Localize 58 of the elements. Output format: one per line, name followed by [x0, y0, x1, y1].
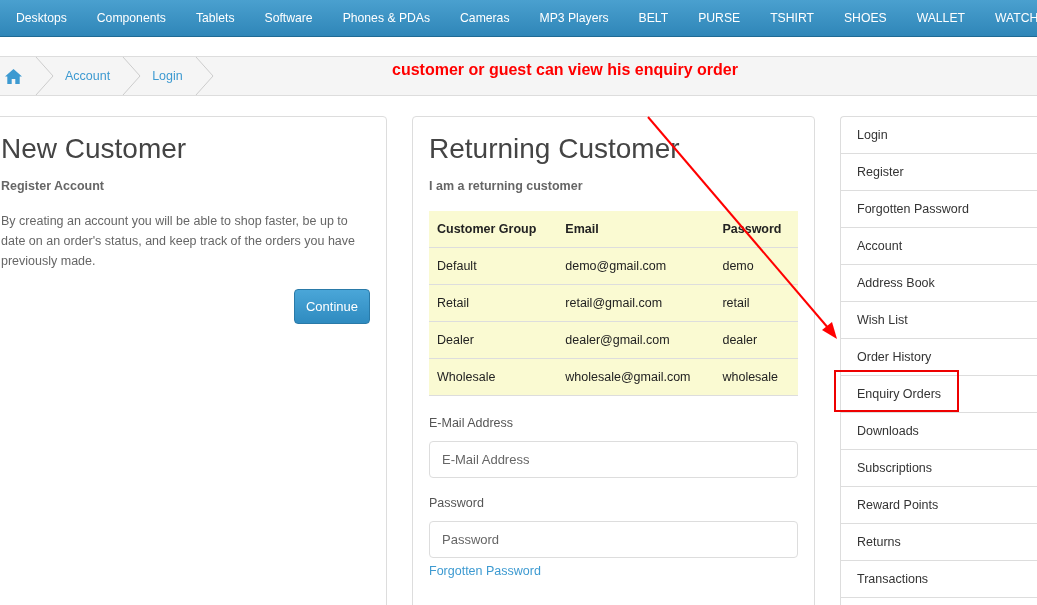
- menu-link[interactable]: Software: [264, 11, 313, 25]
- table-cell: dealer@gmail.com: [557, 321, 715, 359]
- table-cell: Dealer: [429, 321, 558, 359]
- table-cell: Default: [429, 247, 558, 285]
- sidebar-item[interactable]: Forgotten Password: [841, 191, 1037, 228]
- menu-link[interactable]: MP3 Players: [539, 11, 609, 25]
- menu-link[interactable]: Components: [96, 11, 166, 25]
- table-cell: demo: [714, 247, 798, 285]
- breadcrumb-link[interactable]: Login: [142, 69, 195, 83]
- table-cell: wholesale: [714, 358, 798, 396]
- sidebar-item[interactable]: Enquiry Orders: [841, 376, 1037, 413]
- sidebar-item[interactable]: Subscriptions: [841, 450, 1037, 487]
- forgotten-password-link[interactable]: Forgotten Password: [429, 564, 798, 578]
- table-cell: Retail: [429, 284, 558, 322]
- email-field[interactable]: E-Mail Address: [429, 441, 798, 478]
- column-header: Customer Group: [429, 211, 558, 248]
- home-icon[interactable]: [5, 68, 22, 84]
- table-cell: dealer: [714, 321, 798, 359]
- sidebar-item[interactable]: Order History: [841, 339, 1037, 376]
- sidebar-item[interactable]: Reward Points: [841, 487, 1037, 524]
- annotation-text: customer or guest can view his enquiry order: [392, 61, 738, 79]
- table-cell: Wholesale: [429, 358, 558, 396]
- column-header: Email: [557, 211, 715, 248]
- breadcrumb-divider: [35, 57, 55, 95]
- menu-link[interactable]: SHOES: [843, 11, 887, 25]
- sidebar-item[interactable]: Transactions: [841, 561, 1037, 598]
- table-cell: wholesale@gmail.com: [557, 358, 715, 396]
- card-subtitle: Register Account: [1, 179, 106, 193]
- card-title: New Customer: [1, 133, 188, 165]
- breadcrumb-link[interactable]: Account: [55, 69, 123, 83]
- menu-link[interactable]: TSHIRT: [770, 11, 814, 25]
- description-text: By creating an account you will be able to shop faster, be up to date on an order's status, and keep track of the orders you have previously made.: [1, 213, 356, 270]
- breadcrumb-divider: [122, 57, 143, 95]
- sidebar-item[interactable]: Downloads: [841, 413, 1037, 450]
- menu-link[interactable]: Cameras: [460, 11, 510, 25]
- continue-button[interactable]: Continue: [293, 289, 370, 324]
- breadcrumb-divider: [194, 57, 215, 95]
- table-cell: demo@gmail.com: [557, 247, 715, 285]
- menu-link[interactable]: Phones & PDAs: [342, 11, 431, 25]
- card-title: Returning Customer: [429, 133, 681, 165]
- password-field[interactable]: Password: [429, 521, 798, 558]
- field-label: E-Mail Address: [429, 416, 515, 430]
- field-label: Password: [429, 496, 485, 510]
- card-subtitle: I am a returning customer: [429, 179, 584, 193]
- sidebar-item[interactable]: Returns: [841, 524, 1037, 561]
- sidebar-item[interactable]: Address Book: [841, 265, 1037, 302]
- menu-link[interactable]: Tablets: [195, 11, 235, 25]
- menu-link[interactable]: Desktops: [16, 11, 67, 25]
- table-cell: retail@gmail.com: [557, 284, 715, 322]
- menu-link[interactable]: WALLET: [916, 11, 965, 25]
- sidebar-item[interactable]: Account: [841, 228, 1037, 265]
- menu-link[interactable]: BELT: [638, 11, 669, 25]
- sidebar-item[interactable]: Wish List: [841, 302, 1037, 339]
- table-cell: retail: [714, 284, 798, 322]
- sidebar-item[interactable]: Register: [841, 154, 1037, 191]
- menu-link[interactable]: WATCH: [994, 11, 1037, 25]
- sidebar-item[interactable]: Login: [841, 117, 1037, 154]
- menu-link[interactable]: PURSE: [698, 11, 741, 25]
